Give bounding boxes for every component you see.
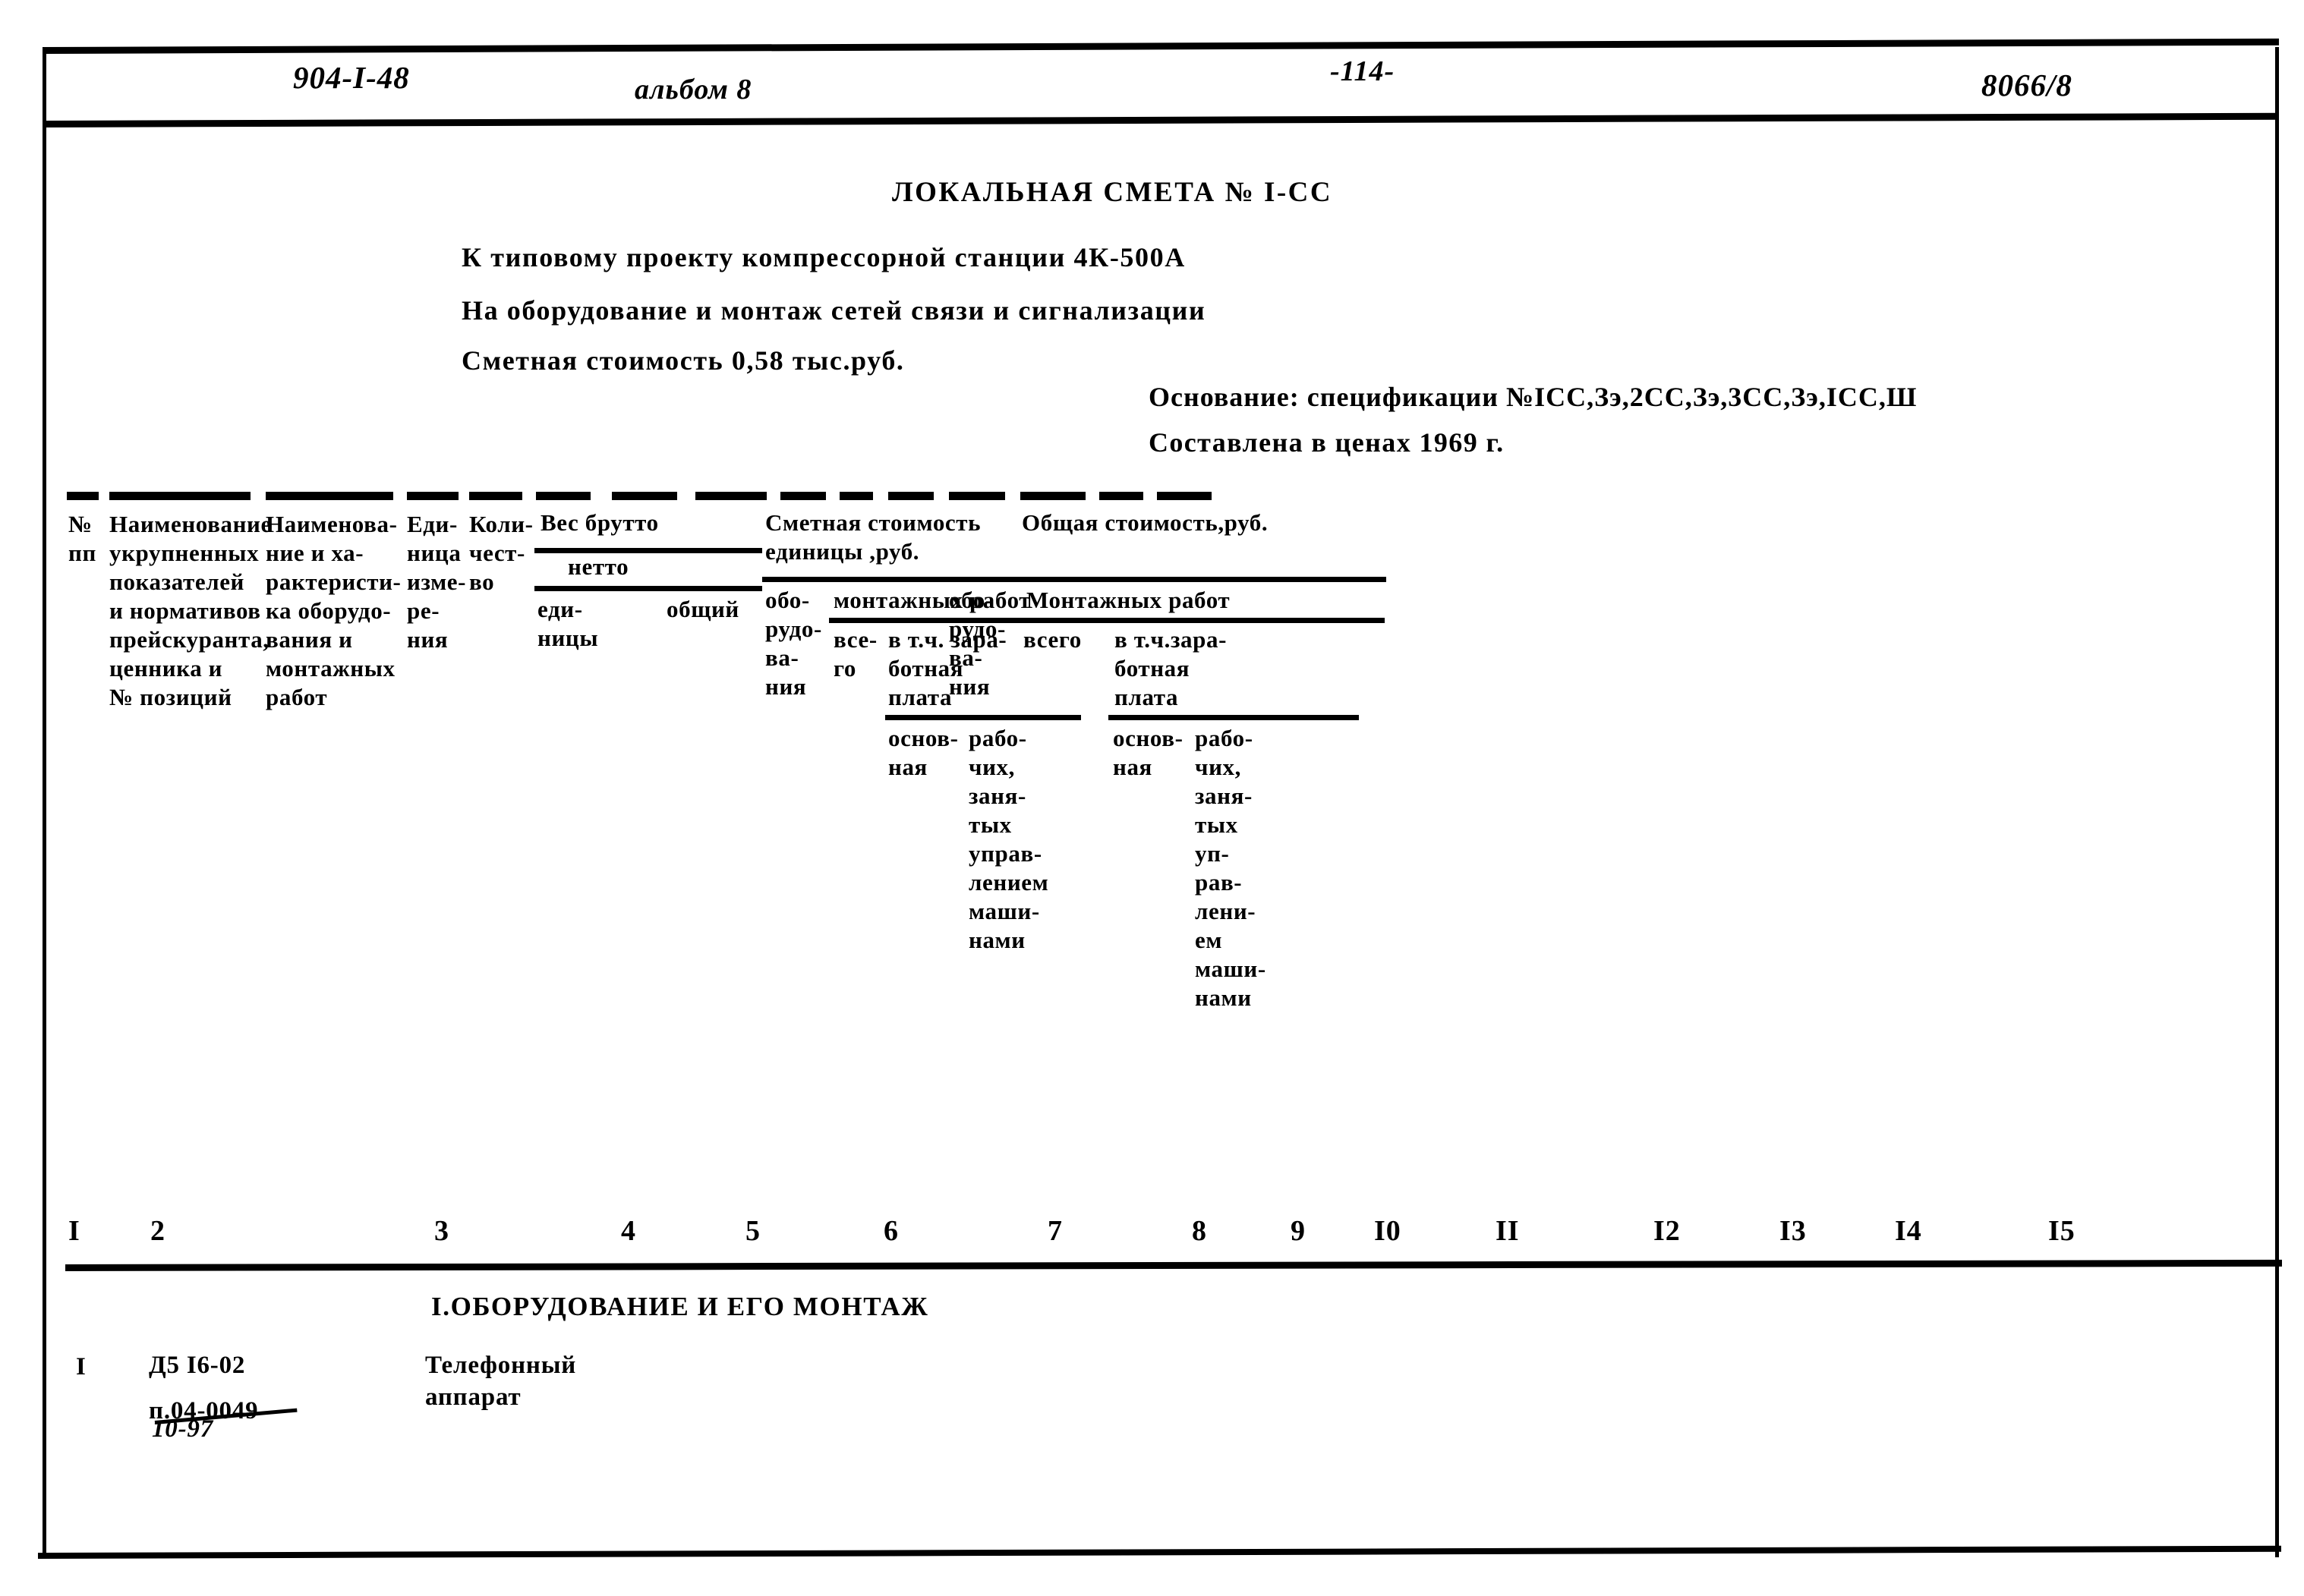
header-col-9-unit-install-total: все- го [834,626,878,682]
header-col-12-total-equipment: обо- рудо- ва- ния [949,587,1006,700]
header-group-total-install: Монтажных работ [1026,587,1231,613]
header-unit-wage-rule [885,715,1081,720]
table-row-1-number: I [76,1353,87,1380]
header-total-wage-rule [1108,715,1359,720]
header-group-weight-net: нетто [568,553,629,580]
column-number-14: I4 [1895,1215,1922,1247]
subtitle-scope: На оборудование и монтаж сетей связи и с… [462,295,1206,326]
column-number-6: 6 [884,1215,899,1247]
basis-price-year: Составлена в ценах 1969 г. [1149,427,1505,458]
column-number-3: 3 [434,1215,449,1247]
header-group-weight-gross: Вес брутто [541,509,659,536]
column-number-5: 5 [745,1215,761,1247]
estimate-table-header: № пп Наименование укрупненных показателе… [67,492,2272,1251]
subtitle-project: К типовому проекту компрессорной станции… [462,242,1186,272]
header-group-total-cost: Общая стоимость,руб. [1022,509,1269,536]
header-col-10-unit-wage-main: основ- ная [888,725,959,780]
subtitle-cost: Сметная стоимость 0,58 тыс.руб. [462,345,905,376]
column-number-2: 2 [150,1215,165,1247]
header-col-13-total-install-total: всего [1023,626,1082,653]
header-total-install-rule [1020,618,1385,623]
column-number-13: I3 [1779,1215,1807,1247]
header-col-3-equipment-name: Наименова- ние и ха- рактеристи- ка обор… [266,511,402,710]
header-col-8-unit-equipment: обо- рудо- ва- ния [765,587,822,700]
header-col-2-name: Наименование укрупненных показателей и н… [109,511,272,710]
column-number-15: I5 [2048,1215,2075,1247]
column-number-8: 8 [1192,1215,1207,1247]
header-col-15-total-wage-machine: рабо- чих, заня- тых уп- рав- лени- ем м… [1195,725,1266,1011]
column-number-11: II [1496,1215,1520,1247]
header-col-4-unit: Еди- ница изме- ре- ния [407,511,467,653]
column-number-row: I 2 3 4 5 6 7 8 9 I0 II I2 I3 I4 I5 [67,1214,2272,1267]
basis-specifications: Основание: спецификации №IСС,Зэ,2СС,Зэ,3… [1149,382,1918,412]
column-number-12: I2 [1653,1215,1681,1247]
header-col-1-number: № пп [68,511,96,566]
section-heading-equipment: I.ОБОРУДОВАНИЕ И ЕГО МОНТАЖ [431,1292,929,1321]
header-top-dashed-rule [67,492,2272,500]
table-row-1-equipment-name: Телефонный аппарат [425,1352,577,1411]
document-title: ЛОКАЛЬНАЯ СМЕТА № I-СС [892,177,1333,208]
column-number-9: 9 [1291,1215,1306,1247]
header-weight-rule-2 [534,586,762,591]
column-number-1: I [68,1215,80,1247]
header-col-6-weight-unit: еди- ницы [537,596,599,651]
header-col-5-quantity: Коли- чест- во [469,511,534,595]
header-col-7-weight-total: общий [667,596,739,622]
header-group-total-wage: в т.ч.зара- ботная плата [1114,626,1227,710]
header-col-11-unit-wage-machine: рабо- чих, заня- тых управ- лением маши-… [969,725,1049,953]
column-number-4: 4 [621,1215,636,1247]
header-total-cost-rule [946,577,1386,582]
header-col-14-total-wage-main: основ- ная [1113,725,1184,780]
column-number-10: I0 [1374,1215,1401,1247]
column-number-7: 7 [1048,1215,1063,1247]
table-row-1-code-line1: Д5 I6-02 [149,1352,246,1379]
